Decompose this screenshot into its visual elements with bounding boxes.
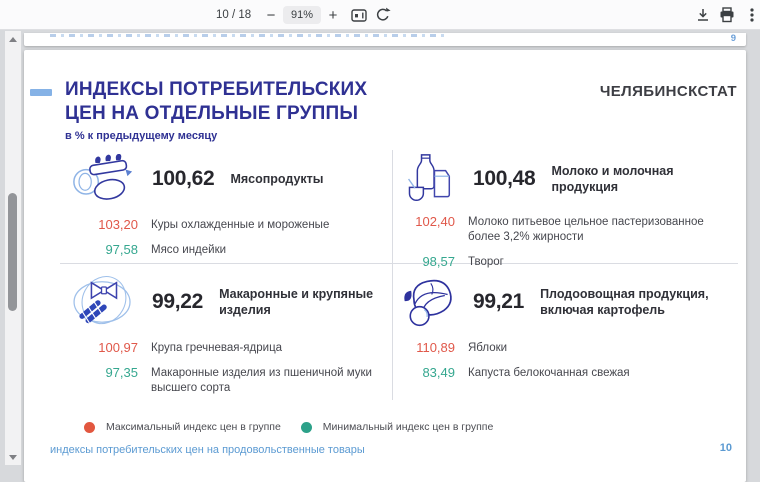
group-card-meat: 100,62 Мясопродукты 103,20 Куры охлажден… xyxy=(60,150,393,264)
min-index-label: Капуста белокочанная свежая xyxy=(468,365,738,381)
min-index-label: Макаронные изделия из пшеничной муки выс… xyxy=(151,365,392,396)
vertical-scrollbar[interactable] xyxy=(5,31,21,465)
group-card-milk: 100,48 Молоко и молочная продукция 102,4… xyxy=(393,150,738,264)
page-title-line2: ЦЕН НА ОТДЕЛЬНЫЕ ГРУППЫ xyxy=(65,102,367,126)
group-name: Молоко и молочная продукция xyxy=(551,163,738,196)
scroll-down-arrow[interactable] xyxy=(9,455,17,460)
clipped-text-remnant xyxy=(50,34,448,37)
page-indicator[interactable]: 10 / 18 xyxy=(216,0,251,30)
fit-page-button[interactable] xyxy=(348,0,370,30)
zoom-in-button[interactable]: + xyxy=(322,0,344,30)
print-icon xyxy=(719,7,735,23)
rotate-button[interactable] xyxy=(372,0,394,30)
group-index-value: 99,22 xyxy=(152,290,203,314)
max-index-dot-icon xyxy=(84,422,95,433)
kebab-menu-icon xyxy=(750,7,754,23)
zoom-level-field[interactable]: 91% xyxy=(283,6,321,24)
min-index-dot-icon xyxy=(301,422,312,433)
fit-page-icon xyxy=(351,8,367,23)
max-index-value: 102,40 xyxy=(393,214,455,229)
min-index-value: 97,58 xyxy=(60,242,138,257)
title-accent-dash xyxy=(30,89,52,96)
page-subtitle: в % к предыдущему месяцу xyxy=(65,130,217,142)
previous-page-sliver: 9 xyxy=(24,33,746,46)
scrollbar-thumb[interactable] xyxy=(8,193,17,311)
max-index-label: Крупа гречневая-ядрица xyxy=(151,340,392,356)
group-card-pasta: 99,22 Макаронные и крупяные изделия 100,… xyxy=(60,264,393,400)
min-index-value: 97,35 xyxy=(60,365,138,380)
vegetables-icon xyxy=(399,276,457,328)
page-title-line1: ИНДЕКСЫ ПОТРЕБИТЕЛЬСКИХ xyxy=(65,78,367,102)
group-card-vegetables: 99,21 Плодоовощная продукция, включая ка… xyxy=(393,264,738,400)
max-index-label: Молоко питьевое цельное пастеризованное … xyxy=(468,214,738,245)
download-button[interactable] xyxy=(692,0,714,30)
page-title: ИНДЕКСЫ ПОТРЕБИТЕЛЬСКИХ ЦЕН НА ОТДЕЛЬНЫЕ… xyxy=(65,78,367,125)
min-index-value: 83,49 xyxy=(393,365,455,380)
org-logo-text: ЧЕЛЯБИНСКСТАТ xyxy=(600,83,737,100)
legend-max-label: Максимальный индекс цен в группе xyxy=(106,421,281,433)
max-index-value: 103,20 xyxy=(60,217,138,232)
rotate-icon xyxy=(375,7,391,23)
print-button[interactable] xyxy=(716,0,738,30)
legend-item-min: Минимальный индекс цен в группе xyxy=(301,421,494,433)
meat-icon xyxy=(70,153,136,205)
group-index-value: 100,48 xyxy=(473,167,535,191)
milk-icon xyxy=(399,153,457,205)
zoom-out-button[interactable]: − xyxy=(260,0,282,30)
group-name: Мясопродукты xyxy=(230,171,323,187)
previous-page-number: 9 xyxy=(731,33,736,44)
group-name: Макаронные и крупяные изделия xyxy=(219,286,392,319)
group-name: Плодоовощная продукция, включая картофел… xyxy=(540,286,738,319)
group-index-value: 100,62 xyxy=(152,167,214,191)
pasta-icon xyxy=(70,276,136,328)
legend-min-label: Минимальный индекс цен в группе xyxy=(323,421,494,433)
legend: Максимальный индекс цен в группе Минимал… xyxy=(84,421,493,433)
min-index-label: Мясо индейки xyxy=(151,242,392,258)
max-index-label: Куры охлажденные и мороженые xyxy=(151,217,392,233)
more-options-button[interactable] xyxy=(741,0,760,30)
max-index-value: 110,89 xyxy=(393,340,455,355)
group-index-value: 99,21 xyxy=(473,290,524,314)
download-icon xyxy=(695,7,711,23)
pdf-toolbar: 10 / 18 − 91% + xyxy=(0,0,760,30)
current-page-number: 10 xyxy=(720,442,732,454)
index-groups-grid: 100,62 Мясопродукты 103,20 Куры охлажден… xyxy=(60,150,738,400)
max-index-label: Яблоки xyxy=(468,340,738,356)
footer-link[interactable]: индексы потребительских цен на продоволь… xyxy=(50,444,365,456)
max-index-value: 100,97 xyxy=(60,340,138,355)
pdf-page: ИНДЕКСЫ ПОТРЕБИТЕЛЬСКИХ ЦЕН НА ОТДЕЛЬНЫЕ… xyxy=(24,50,746,482)
legend-item-max: Максимальный индекс цен в группе xyxy=(84,421,281,433)
scroll-up-arrow[interactable] xyxy=(9,37,17,42)
